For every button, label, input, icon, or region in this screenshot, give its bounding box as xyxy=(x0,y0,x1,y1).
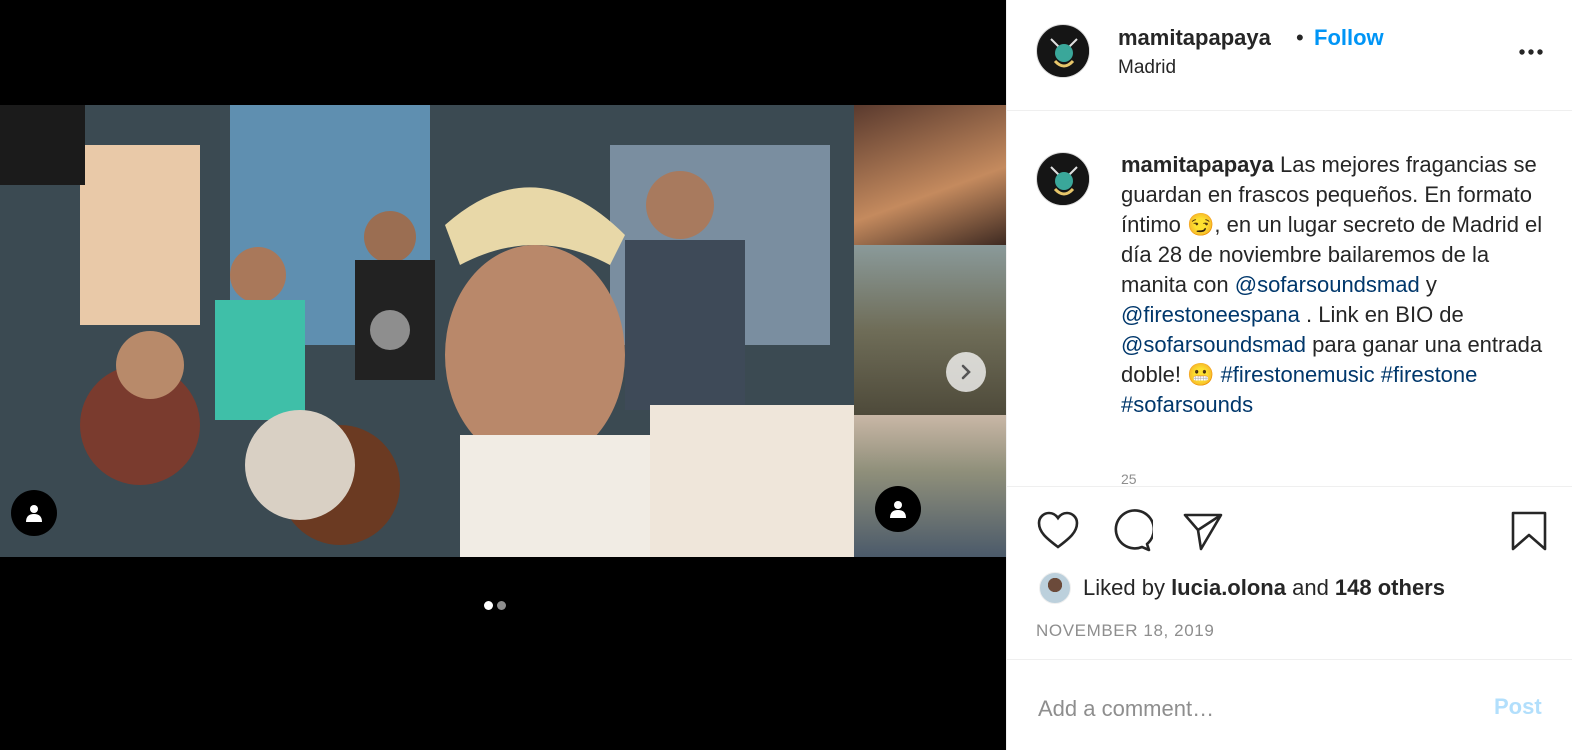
chevron-right-icon xyxy=(961,364,971,380)
post-location[interactable]: Madrid xyxy=(1118,57,1176,79)
caption-scroll-area[interactable]: mamitapapaya Las mejores fragancias se g… xyxy=(1007,111,1572,487)
band-selfie-illustration xyxy=(0,105,854,557)
hashtag-link[interactable]: #sofarsounds xyxy=(1121,392,1253,417)
separator-dot: • xyxy=(1296,25,1304,50)
carousel-next-button[interactable] xyxy=(946,352,986,392)
follow-button[interactable]: Follow xyxy=(1314,25,1384,51)
user-tag-icon[interactable] xyxy=(875,486,921,532)
post-date[interactable]: NOVEMBER 18, 2019 xyxy=(1036,621,1214,641)
hashtag-link[interactable]: #firestonemusic xyxy=(1221,362,1375,387)
comment-input[interactable] xyxy=(1036,690,1460,728)
caption-text-segment: . Link en BIO de xyxy=(1299,302,1464,327)
carousel-dot xyxy=(497,601,506,610)
post-comment-button[interactable]: Post xyxy=(1494,694,1542,720)
hashtag-link[interactable]: #firestone xyxy=(1381,362,1478,387)
profile-avatar[interactable] xyxy=(1036,24,1090,78)
caption-avatar[interactable] xyxy=(1036,152,1090,206)
carousel-indicator xyxy=(484,601,506,610)
post-caption: mamitapapaya Las mejores fragancias se g… xyxy=(1121,150,1551,420)
paper-plane-icon[interactable] xyxy=(1181,509,1225,553)
likes-and: and xyxy=(1285,575,1335,600)
liker-avatar[interactable] xyxy=(1039,572,1071,604)
mention-link[interactable]: @sofarsoundsmad xyxy=(1121,332,1306,357)
likes-summary: Liked by lucia.olona and 148 others xyxy=(1039,570,1445,606)
post-header: mamitapapaya • Follow Madrid xyxy=(1007,0,1572,111)
caption-text: Las mejores fragancias se guardan en fra… xyxy=(1121,152,1542,417)
next-slide-preview xyxy=(854,105,1006,557)
user-tag-icon[interactable] xyxy=(11,490,57,536)
carousel-dot-active xyxy=(484,601,493,610)
mention-link[interactable]: @firestoneespana xyxy=(1121,302,1300,327)
caption-timestamp: 25 xyxy=(1121,471,1137,487)
likes-text: Liked by lucia.olona and 148 others xyxy=(1083,575,1445,601)
liker-username[interactable]: lucia.olona xyxy=(1171,575,1286,600)
band-selfie-photo[interactable] xyxy=(0,105,854,557)
post-actions xyxy=(1007,487,1572,573)
more-options-icon[interactable] xyxy=(1515,38,1547,62)
mention-link[interactable]: @sofarsoundsmad xyxy=(1235,272,1420,297)
likes-others-link[interactable]: 148 others xyxy=(1335,575,1445,600)
post-details-panel: mamitapapaya • Follow Madrid mamitapapay… xyxy=(1006,0,1572,750)
caption-username[interactable]: mamitapapaya xyxy=(1121,152,1274,177)
comment-icon[interactable] xyxy=(1109,509,1156,553)
heart-icon[interactable] xyxy=(1036,509,1080,553)
post-media xyxy=(0,0,1006,750)
bookmark-icon[interactable] xyxy=(1507,509,1551,553)
caption-text-segment: y xyxy=(1419,272,1437,297)
post-author-username[interactable]: mamitapapaya xyxy=(1118,25,1271,51)
likes-prefix: Liked by xyxy=(1083,575,1172,600)
comment-bar: Post xyxy=(1007,659,1572,750)
